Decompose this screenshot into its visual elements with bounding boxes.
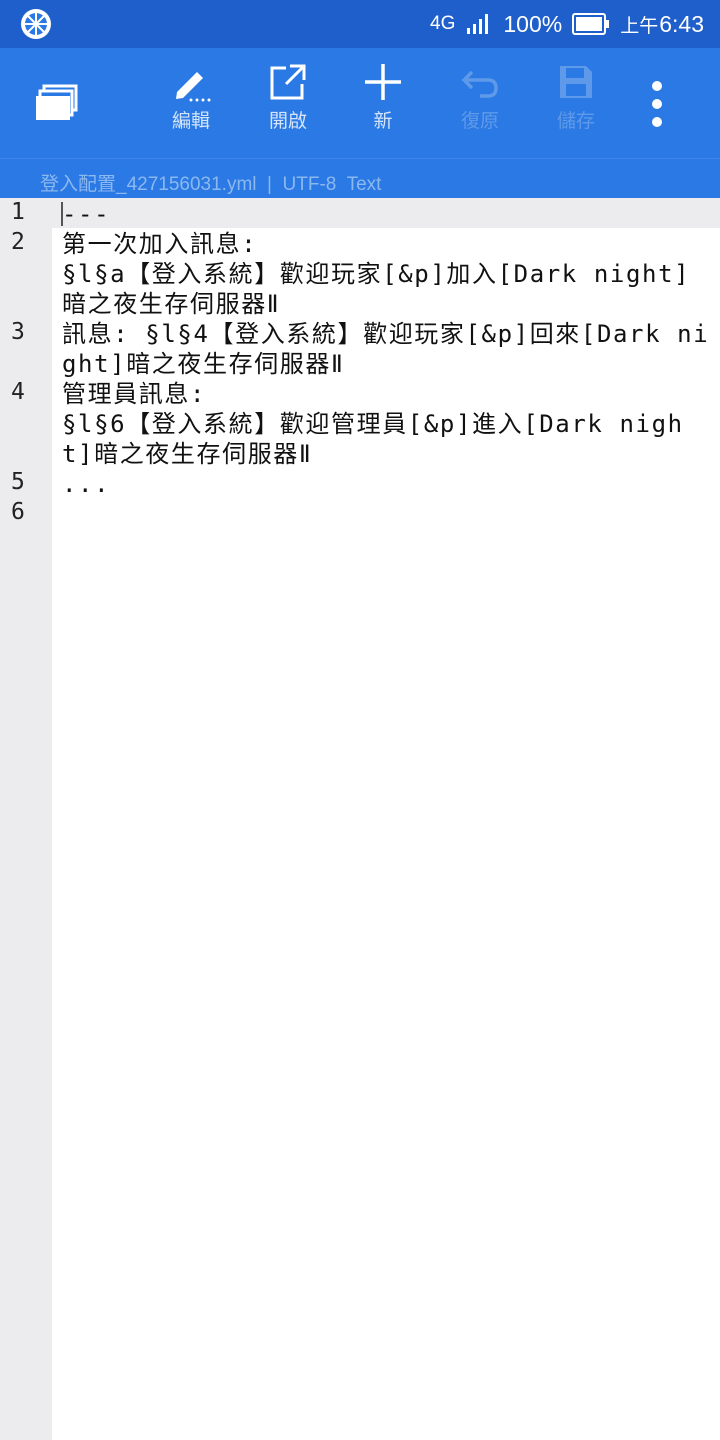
open-label: 開啟	[268, 110, 307, 132]
undo-label: 復原	[460, 110, 499, 132]
battery-icon	[572, 13, 610, 35]
time-period: 上午	[620, 14, 659, 37]
code-line[interactable]: ---	[62, 199, 712, 229]
windows-icon[interactable]	[30, 82, 80, 126]
save-label: 儲存	[556, 110, 595, 132]
code-line[interactable]: 管理員訊息: §l§6【登入系統】歡迎管理員[&p]進入[Dark night]…	[62, 379, 712, 469]
line-number: 3	[11, 319, 25, 345]
open-button[interactable]: 開啟	[243, 48, 333, 158]
more-options-icon[interactable]	[642, 78, 672, 130]
clock: 上午6:43	[620, 11, 704, 38]
undo-button[interactable]: 復原	[435, 48, 525, 158]
line-number: 2	[11, 229, 25, 255]
plus-icon	[365, 64, 401, 100]
undo-icon	[461, 70, 498, 98]
edit-button[interactable]: 編輯	[146, 48, 236, 158]
line-number: 4	[11, 379, 25, 405]
status-bar: 4G 100% 上午6:43	[0, 0, 720, 48]
network-type: 4G	[430, 13, 456, 34]
file-info-text: 登入配置_427156031.yml | UTF-8 Text	[40, 174, 382, 195]
signal-icon	[467, 14, 489, 34]
open-external-icon	[270, 64, 306, 100]
file-info-bar: 登入配置_427156031.yml | UTF-8 Text	[0, 158, 720, 199]
code-line[interactable]: 訊息: §l§4【登入系統】歡迎玩家[&p]回來[Dark night]暗之夜生…	[62, 319, 712, 379]
edit-label: 編輯	[171, 110, 210, 132]
line-number: 5	[11, 469, 25, 495]
line-number-gutter	[0, 198, 52, 1440]
new-button[interactable]: 新	[338, 48, 428, 158]
save-button[interactable]: 儲存	[531, 48, 621, 158]
line-number: 1	[11, 199, 25, 225]
toolbar: 編輯 開啟 新 復原 儲存	[0, 48, 720, 158]
code-line[interactable]: ...	[62, 469, 712, 499]
floppy-disk-icon	[560, 66, 592, 98]
app-lemon-icon	[21, 9, 51, 39]
line-number: 6	[11, 499, 25, 525]
code-line[interactable]: 第一次加入訊息: §l§a【登入系統】歡迎玩家[&p]加入[Dark night…	[62, 229, 712, 319]
battery-percent: 100%	[503, 10, 563, 37]
new-label: 新	[373, 110, 393, 132]
time: 6:43	[659, 10, 704, 37]
pencil-icon	[176, 72, 211, 102]
